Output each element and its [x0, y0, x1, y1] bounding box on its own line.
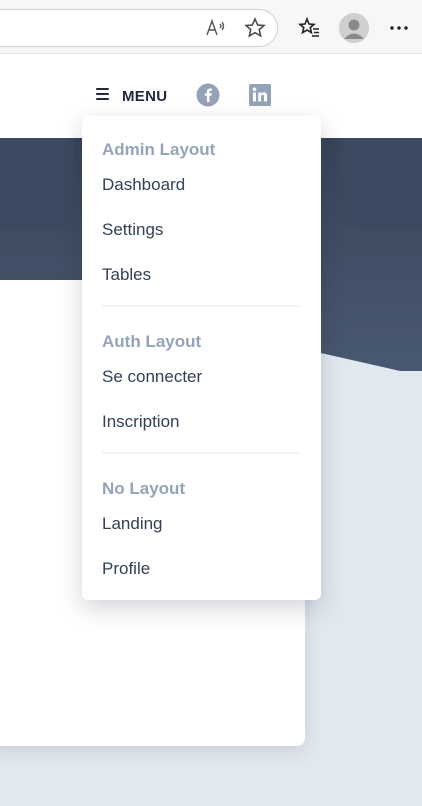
- menu-item-se-connecter[interactable]: Se connecter: [102, 367, 202, 387]
- dropdown-menu: Admin Layout Dashboard Settings Tables A…: [82, 116, 321, 600]
- facebook-icon[interactable]: [196, 83, 220, 107]
- read-aloud-icon[interactable]: [203, 15, 229, 41]
- menu-divider: [102, 305, 301, 307]
- section-title-auth-layout: Auth Layout: [102, 332, 202, 351]
- hero-decor-right: [340, 138, 422, 230]
- menu-toggle-button[interactable]: MENU: [96, 85, 167, 107]
- app-root: MENU Admin Layout Dashboard Settings Tab…: [0, 0, 422, 806]
- section-title-admin-layout: Admin Layout: [102, 140, 216, 159]
- section-title-no-layout: No Layout: [102, 479, 186, 498]
- menu-item-landing[interactable]: Landing: [102, 514, 163, 534]
- menu-label: MENU: [122, 87, 168, 105]
- menu-divider: [102, 452, 301, 454]
- hero-decor-left: [0, 138, 74, 230]
- linkedin-icon[interactable]: [248, 83, 272, 107]
- menu-item-dashboard[interactable]: Dashboard: [102, 175, 185, 195]
- profile-avatar[interactable]: [339, 13, 369, 43]
- favorites-icon[interactable]: [296, 15, 322, 41]
- menu-item-settings[interactable]: Settings: [102, 220, 163, 240]
- address-bar[interactable]: [0, 9, 278, 47]
- favorite-star-icon[interactable]: [242, 15, 268, 41]
- browser-toolbar: [0, 0, 422, 54]
- menu-item-tables[interactable]: Tables: [102, 265, 151, 285]
- menu-item-profile[interactable]: Profile: [102, 559, 150, 579]
- menu-item-inscription[interactable]: Inscription: [102, 412, 179, 432]
- hamburger-icon: [96, 87, 112, 106]
- more-icon[interactable]: [386, 15, 412, 41]
